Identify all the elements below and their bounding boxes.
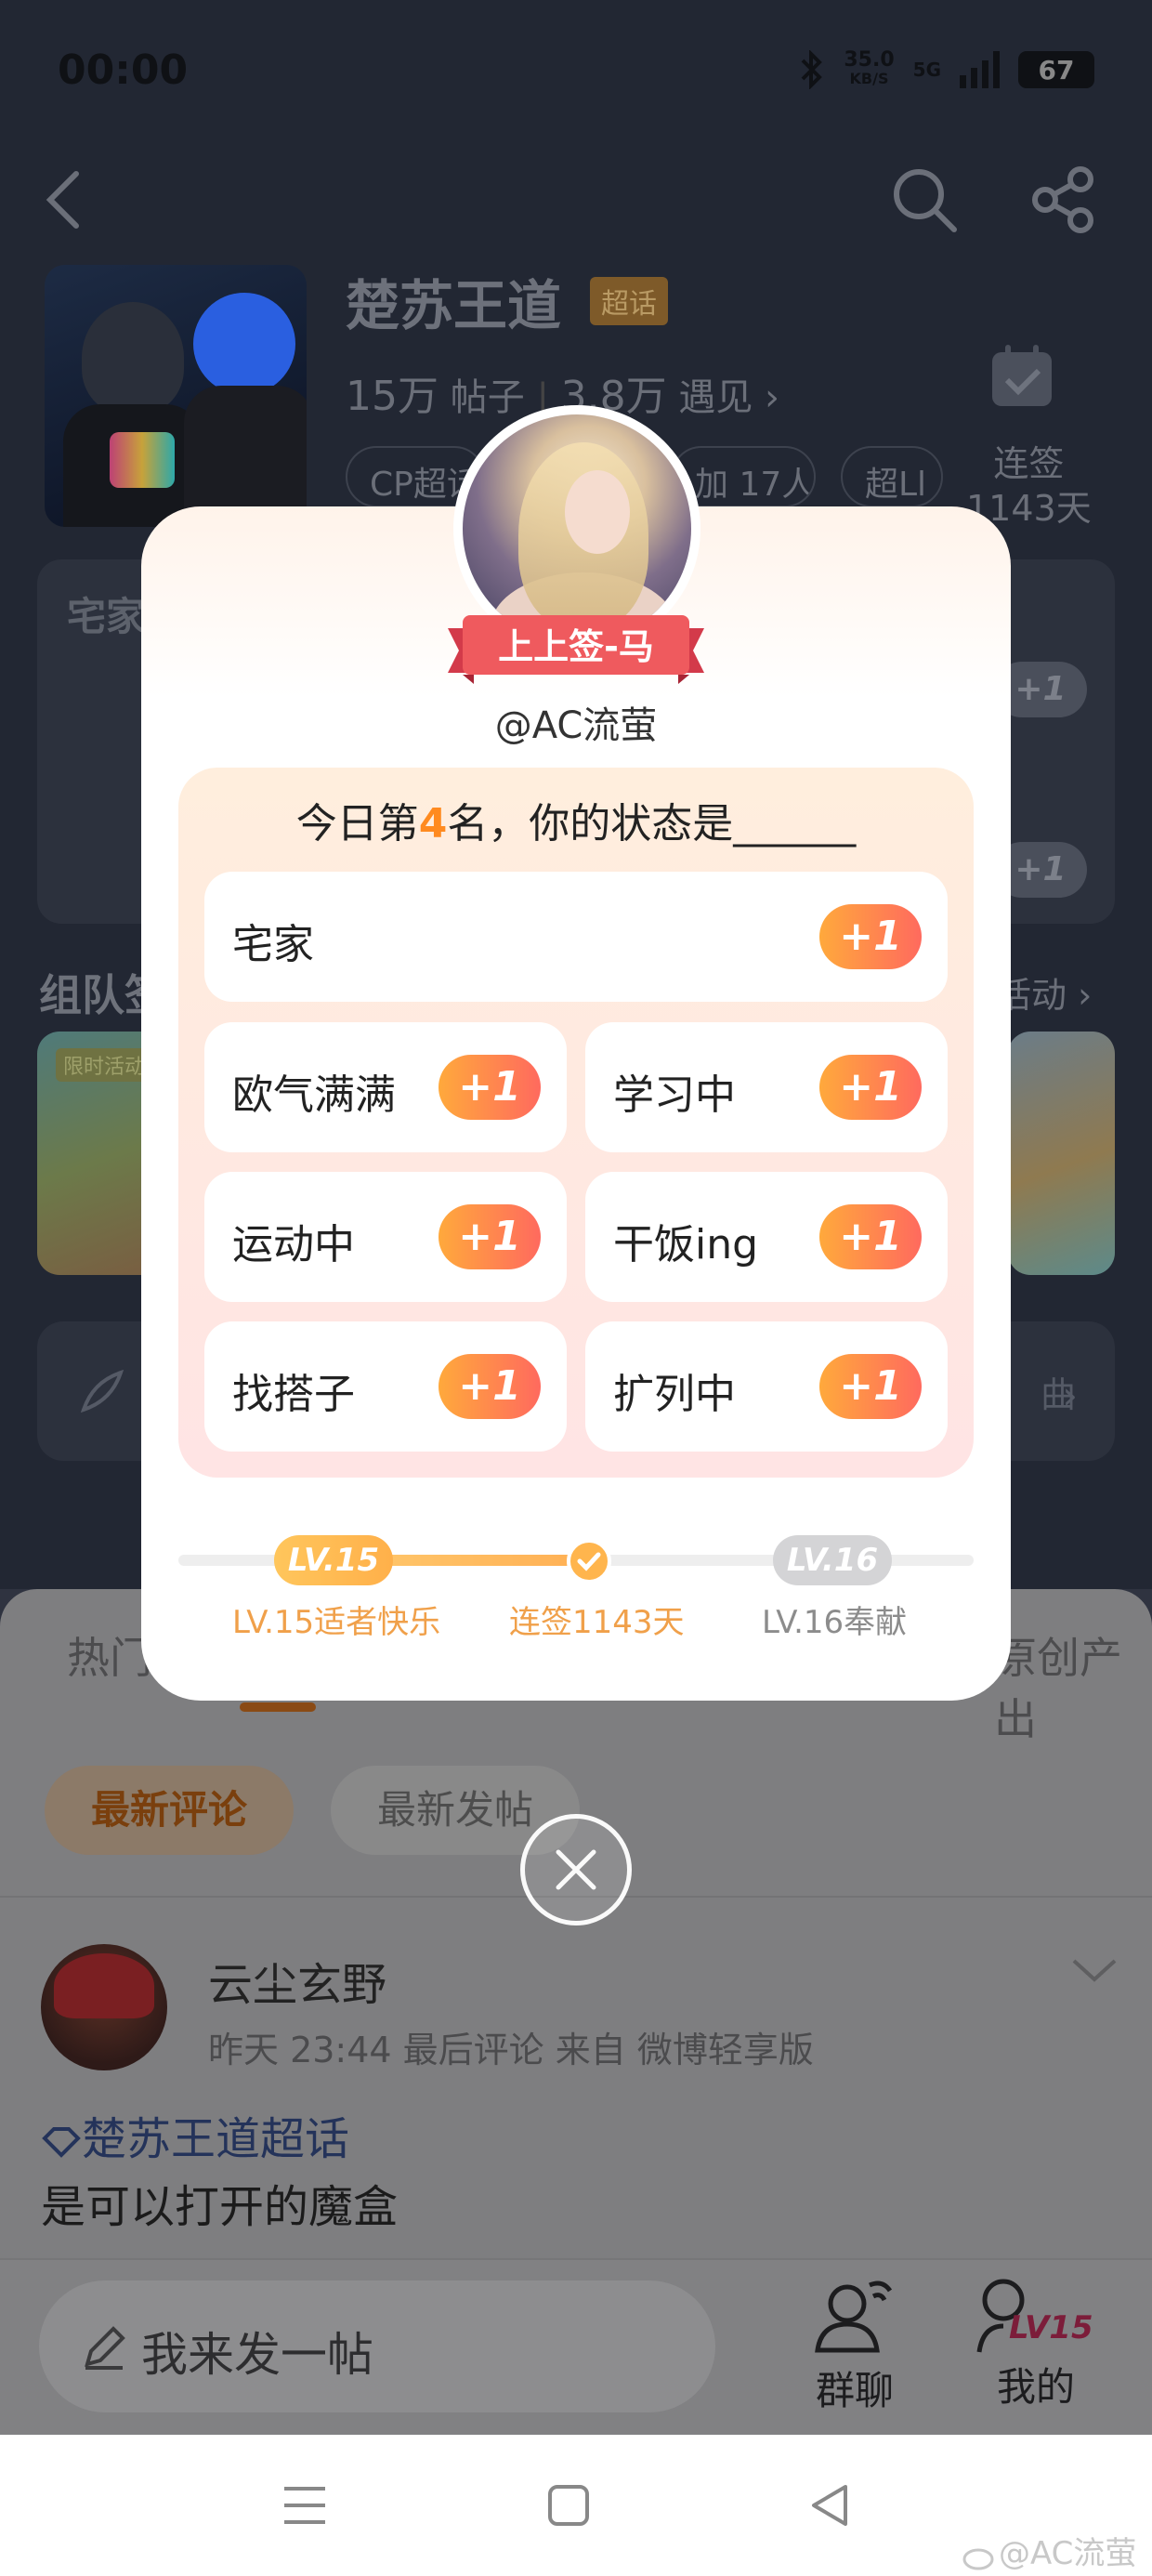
status-option-studying[interactable]: 学习中 +1	[585, 1022, 948, 1152]
signal-icon	[960, 51, 1000, 88]
battery-icon: 67	[1018, 51, 1094, 88]
status-time: 00:00	[58, 46, 189, 94]
group-chat-button[interactable]: 群聊	[804, 2272, 906, 2416]
post-meta: 昨天 23:44 最后评论 来自 微博轻享版	[208, 2030, 814, 2070]
topic-cover-image[interactable]	[45, 265, 307, 527]
status-option-zhaijia[interactable]: 宅家 +1	[204, 872, 948, 1002]
username: @AC流萤	[494, 704, 658, 747]
tab-hot[interactable]: 热门	[67, 1624, 152, 1686]
chevron-down-icon[interactable]	[1068, 1952, 1120, 1989]
super-chip[interactable]: 超Ll	[841, 446, 943, 507]
plus-one-button[interactable]: +1	[819, 904, 922, 969]
author-name[interactable]: 云尘玄野	[208, 1948, 386, 2013]
watermark: @AC流萤	[962, 2528, 1136, 2573]
net-speed: 35.0 KB/S	[844, 48, 895, 88]
status-option-find-partner[interactable]: 找搭子 +1	[204, 1321, 567, 1452]
plus-one-button[interactable]: +1	[819, 1055, 922, 1120]
pencil-icon	[85, 2326, 125, 2370]
current-level-caption: LV.15适者快乐	[232, 1604, 441, 1641]
status-card-title: 宅家	[67, 594, 146, 639]
search-icon[interactable]	[887, 163, 962, 237]
streak-caption: 连签1143天	[509, 1604, 685, 1641]
tab-original[interactable]: 原创产出	[994, 1624, 1152, 1747]
back-icon[interactable]	[808, 2481, 851, 2530]
topic-title: 楚苏王道	[346, 274, 562, 337]
post-content: 是可以打开的魔盒	[41, 2181, 399, 2233]
filter-latest-comments[interactable]: 最新评论	[45, 1766, 294, 1855]
next-level-chip: LV.16	[773, 1535, 892, 1585]
next-level-caption: LV.16奉献	[762, 1604, 908, 1641]
status-bar: 00:00 35.0 KB/S 5G 67	[58, 37, 1094, 102]
promo-banner[interactable]	[1008, 1032, 1115, 1275]
plus-one-button[interactable]: +1	[819, 1354, 922, 1419]
close-icon	[556, 1849, 596, 1890]
calendar-check-icon[interactable]	[985, 339, 1059, 414]
status-option-make-friends[interactable]: 扩列中 +1	[585, 1321, 948, 1452]
group-chat-icon	[815, 2280, 893, 2353]
bluetooth-icon	[801, 50, 823, 89]
user-level-badge: LV15	[1009, 2309, 1093, 2346]
tab-indicator	[240, 1702, 316, 1712]
plus-one-button[interactable]: +1	[439, 1204, 541, 1269]
chevron-right-icon: ›	[1062, 1373, 1078, 1418]
checkmark-icon	[567, 1539, 611, 1584]
back-arrow-icon[interactable]	[37, 163, 93, 237]
status-option-ouqi[interactable]: 欧气满满 +1	[204, 1022, 567, 1152]
diamond-icon	[42, 2127, 81, 2158]
post-topic-tag[interactable]: 楚苏王道超话	[41, 2102, 349, 2167]
quill-icon	[80, 1369, 124, 1413]
share-icon[interactable]	[1027, 163, 1101, 237]
menu-icon[interactable]	[279, 2483, 331, 2528]
weibo-logo-icon	[962, 2548, 994, 2569]
current-level-chip: LV.15	[274, 1535, 393, 1585]
network-type: 5G	[912, 59, 941, 81]
home-icon[interactable]	[546, 2483, 591, 2528]
plus-one-button[interactable]: +1	[819, 1204, 922, 1269]
plus-one-button[interactable]: +1	[439, 1055, 541, 1120]
supertopic-badge: 超话	[590, 277, 668, 325]
mine-button[interactable]: LV15 我的	[975, 2272, 1096, 2412]
plus-one-button[interactable]: +1	[439, 1354, 541, 1419]
status-option-eating[interactable]: 干饭ing +1	[585, 1172, 948, 1302]
close-button[interactable]	[520, 1814, 632, 1925]
avatar[interactable]	[41, 1944, 167, 2070]
write-post-button[interactable]: 我来发一帖	[39, 2280, 715, 2412]
fortune-label: 上上签-马	[498, 626, 654, 667]
status-question: 今日第4名，你的状态是______	[295, 800, 857, 848]
status-option-exercising[interactable]: 运动中 +1	[204, 1172, 567, 1302]
